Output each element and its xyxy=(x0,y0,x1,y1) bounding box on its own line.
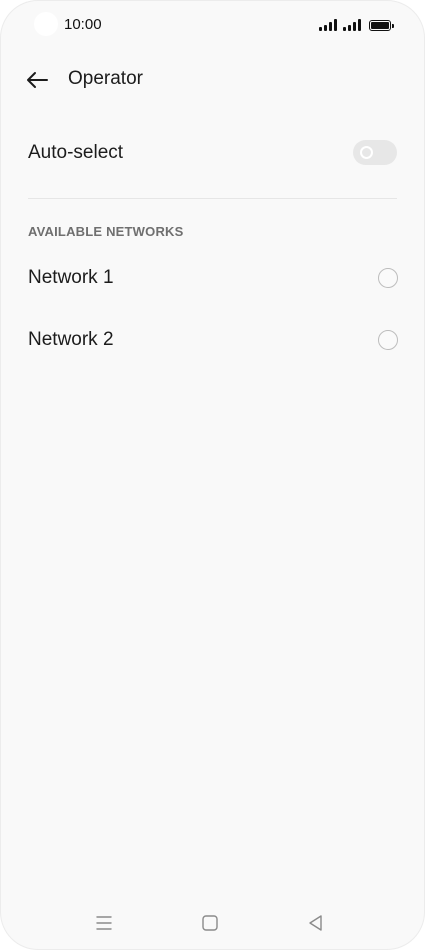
phone-screen: 10:00 Operator Auto-select AVAILABLE NET… xyxy=(0,0,425,950)
status-icons xyxy=(319,17,394,31)
nav-back-button[interactable] xyxy=(301,910,331,936)
battery-icon xyxy=(369,20,394,31)
menu-icon xyxy=(96,916,112,930)
auto-select-toggle[interactable] xyxy=(353,140,397,165)
signal-icon xyxy=(343,19,361,31)
network-label: Network 1 xyxy=(28,267,114,288)
status-time: 10:00 xyxy=(64,16,102,33)
back-arrow-icon xyxy=(27,72,48,88)
network-radio-button[interactable] xyxy=(378,330,398,350)
divider xyxy=(28,198,397,199)
back-button[interactable] xyxy=(22,66,52,94)
status-bar: 10:00 xyxy=(0,0,425,48)
home-icon xyxy=(202,915,218,931)
signal-icon xyxy=(319,19,337,31)
auto-select-row[interactable]: Auto-select xyxy=(0,126,425,182)
network-row-2[interactable]: Network 2 xyxy=(0,314,425,370)
page-title: Operator xyxy=(68,68,143,89)
recent-apps-button[interactable] xyxy=(89,910,119,936)
navigation-bar xyxy=(0,900,425,946)
toggle-knob xyxy=(360,146,373,159)
network-radio-button[interactable] xyxy=(378,268,398,288)
back-triangle-icon xyxy=(309,915,322,931)
auto-select-label: Auto-select xyxy=(28,142,124,163)
network-label: Network 2 xyxy=(28,329,114,350)
app-header: Operator xyxy=(0,58,425,102)
network-row-1[interactable]: Network 1 xyxy=(0,252,425,308)
section-header-available-networks: AVAILABLE NETWORKS xyxy=(28,224,184,239)
front-camera-cutout xyxy=(34,12,58,36)
home-button[interactable] xyxy=(195,910,225,936)
